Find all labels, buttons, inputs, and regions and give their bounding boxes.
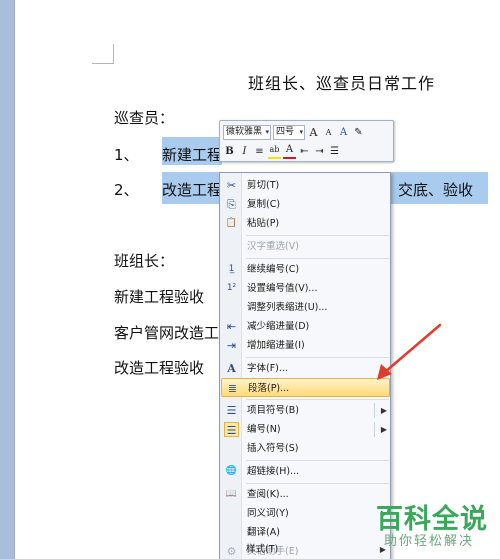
watermark-sub-text: 助你轻松解决 (384, 534, 475, 549)
watermark-logo: 百科全说 助你轻松解决 (368, 497, 498, 557)
word-window: 班组长、巡查员日常工作 巡查员： 1、 新建工程 2、 改造工程 交底、验收 班… (0, 0, 500, 559)
annotation-arrow (377, 323, 442, 380)
arrow-shaft (383, 323, 442, 374)
